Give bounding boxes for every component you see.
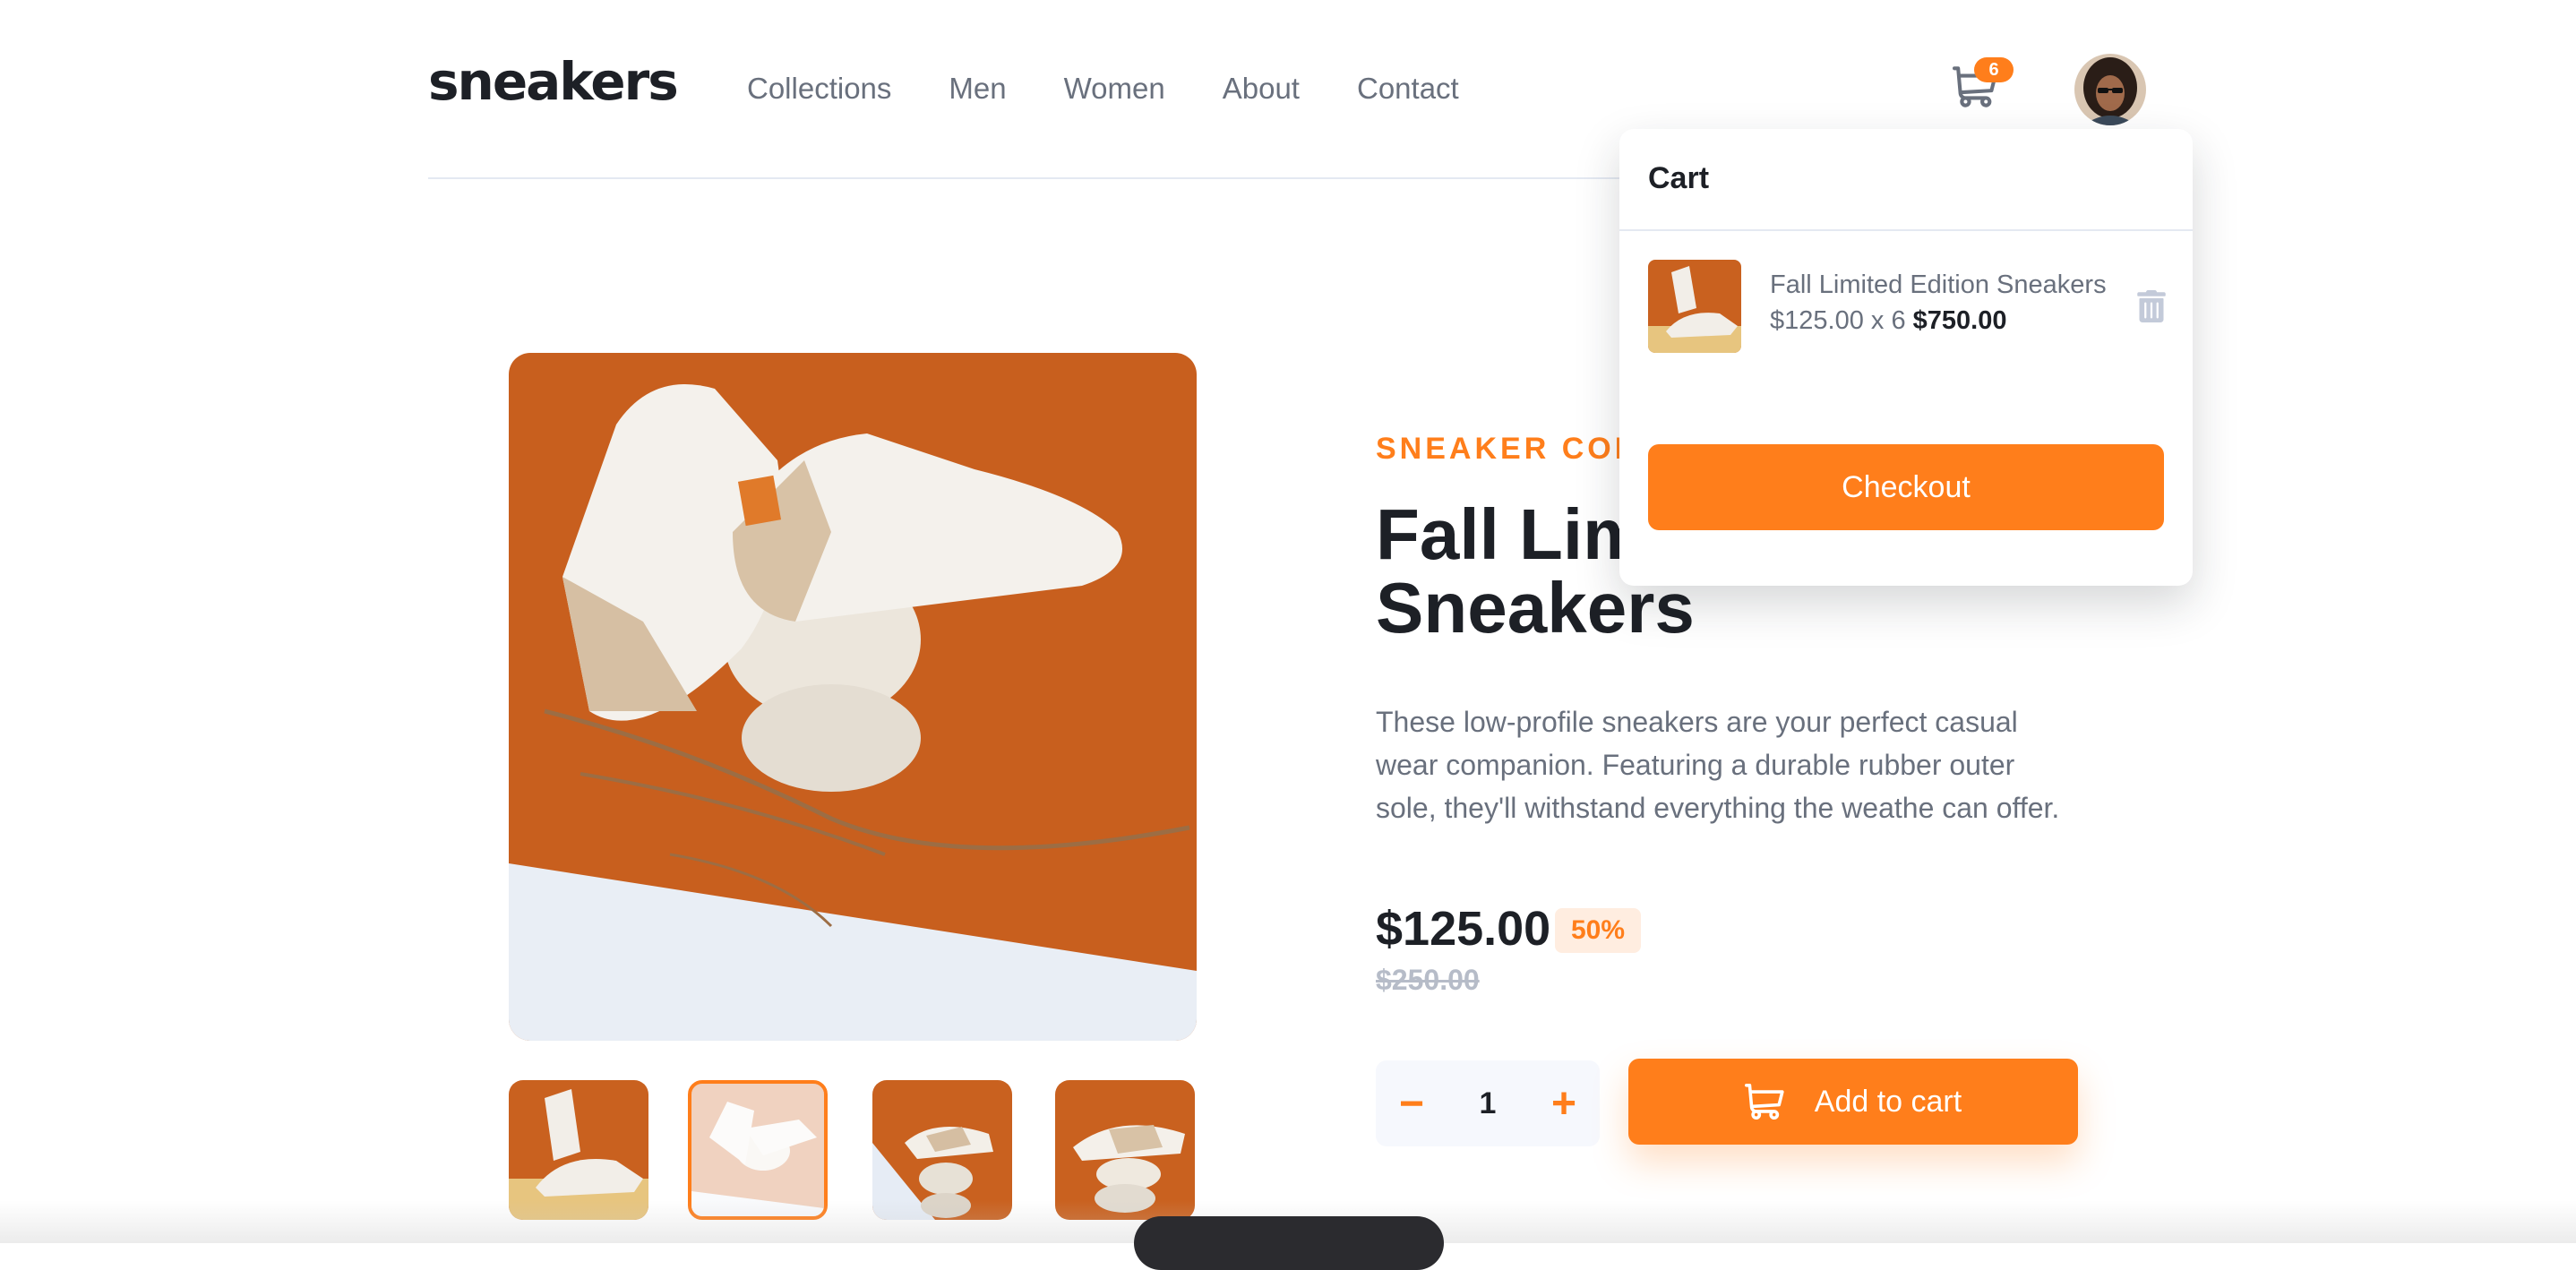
original-price: $250.00 (1376, 964, 1480, 996)
cart-count-badge: 6 (1974, 57, 2014, 82)
product-thumbnail-4[interactable] (1055, 1080, 1195, 1220)
decrease-quantity-button[interactable]: − (1376, 1060, 1447, 1146)
cart-popup: Cart Fall Limited Edition Sneakers $125.… (1619, 129, 2193, 586)
avatar-image (2074, 54, 2146, 125)
add-to-cart-label: Add to cart (1814, 1084, 1962, 1119)
current-price: $125.00 (1376, 902, 1551, 956)
main-nav: Collections Men Women About Contact (747, 73, 1516, 103)
nav-about[interactable]: About (1223, 73, 1300, 103)
product-description: These low-profile sneakers are your perf… (1376, 706, 2060, 824)
header-divider (428, 177, 1752, 179)
cart-item-name: Fall Limited Edition Sneakers (1770, 270, 2107, 299)
checkout-button[interactable]: Checkout (1648, 444, 2164, 530)
discount-badge: 50% (1555, 908, 1641, 953)
cart-icon (1744, 1084, 1784, 1120)
logo[interactable]: sneakers (428, 56, 679, 107)
quantity-stepper: − 1 + (1376, 1060, 1600, 1146)
nav-contact[interactable]: Contact (1357, 73, 1459, 103)
product-thumbnail-3[interactable] (872, 1080, 1012, 1220)
thumbnail-selected-overlay (691, 1084, 824, 1216)
delete-item-button[interactable] (2137, 290, 2166, 322)
trash-icon (2137, 290, 2166, 322)
os-dock[interactable] (1134, 1216, 1444, 1270)
nav-men[interactable]: Men (949, 73, 1006, 103)
nav-collections[interactable]: Collections (747, 73, 891, 103)
cart-divider (1619, 229, 2193, 231)
add-to-cart-button[interactable]: Add to cart (1628, 1059, 2078, 1145)
product-main-image[interactable] (509, 353, 1197, 1041)
product-thumbnail-2[interactable] (688, 1080, 828, 1220)
cart-item-thumbnail (1648, 260, 1741, 353)
cart-item-total: $750.00 (1912, 306, 2007, 335)
cart-item-price-calc: $125.00 x 6 $750.00 (1770, 308, 2006, 334)
cart-title: Cart (1648, 161, 1710, 195)
increase-quantity-button[interactable]: + (1528, 1060, 1600, 1146)
nav-women[interactable]: Women (1064, 73, 1165, 103)
avatar[interactable] (2074, 54, 2146, 125)
quantity-value: 1 (1479, 1086, 1497, 1120)
cart-item-unit-qty: $125.00 x 6 (1770, 306, 1906, 335)
product-thumbnail-1[interactable] (509, 1080, 648, 1220)
